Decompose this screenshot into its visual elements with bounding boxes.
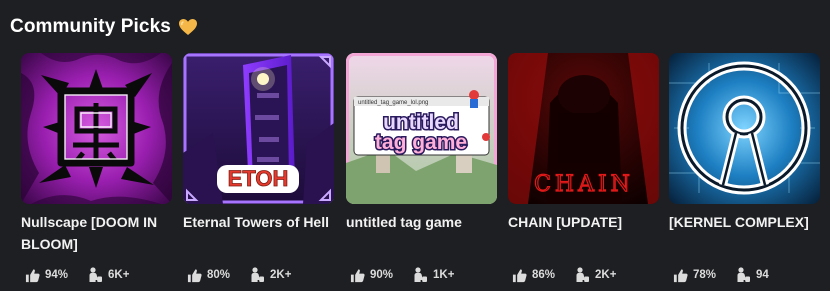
game-stats: 80% 2K+ bbox=[187, 267, 291, 283]
like-ratio-stat: 94% bbox=[25, 268, 68, 283]
thumbs-up-icon bbox=[350, 268, 365, 282]
game-card-chain[interactable]: CHAIN CHAIN [UPDATE] 86% 2K+ bbox=[508, 53, 659, 291]
like-ratio: 86% bbox=[532, 269, 556, 281]
kernel-complex-thumbnail-art bbox=[669, 53, 820, 204]
like-ratio: 80% bbox=[207, 269, 231, 281]
untitled-tag-game-thumbnail-art: untitled_tag_game_lol.png untitled tag g… bbox=[346, 53, 497, 204]
game-stats: 94% 6K+ bbox=[25, 267, 129, 283]
game-stats: 78% 94 bbox=[673, 267, 769, 283]
like-ratio: 90% bbox=[370, 269, 394, 281]
chain-logo-text: CHAIN bbox=[534, 172, 634, 197]
like-ratio: 94% bbox=[45, 269, 69, 281]
players-stat: 6K+ bbox=[88, 267, 129, 283]
players-icon bbox=[89, 267, 103, 282]
players-icon bbox=[737, 267, 751, 282]
players-icon bbox=[414, 267, 428, 282]
game-thumbnail[interactable]: CHAIN bbox=[508, 53, 659, 204]
like-ratio-stat: 78% bbox=[673, 268, 716, 283]
player-count: 6K+ bbox=[108, 269, 130, 281]
game-stats: 86% 2K+ bbox=[512, 267, 616, 283]
game-card-eternal-towers-of-hell[interactable]: ETOH Eternal Towers of Hell 80% 2K+ bbox=[183, 53, 334, 291]
thumbs-up-icon bbox=[512, 268, 527, 282]
players-stat: 1K+ bbox=[413, 267, 454, 283]
players-stat: 94 bbox=[736, 267, 769, 283]
thumbs-up-icon bbox=[187, 268, 202, 282]
thumb-title-line-2: tag game bbox=[375, 131, 467, 154]
players-stat: 2K+ bbox=[250, 267, 291, 283]
etoh-logo-text: ETOH bbox=[228, 166, 289, 191]
player-count: 2K+ bbox=[595, 269, 617, 281]
game-thumbnail[interactable] bbox=[21, 53, 172, 204]
game-title[interactable]: untitled tag game bbox=[346, 211, 497, 233]
thumb-window-title: untitled_tag_game_lol.png bbox=[358, 100, 428, 106]
game-thumbnail[interactable]: ETOH bbox=[183, 53, 334, 204]
players-icon bbox=[251, 267, 265, 282]
game-thumbnail[interactable]: untitled_tag_game_lol.png untitled tag g… bbox=[346, 53, 497, 204]
section-header: Community Picks bbox=[10, 16, 198, 38]
game-thumbnail[interactable] bbox=[669, 53, 820, 204]
game-title[interactable]: Nullscape [DOOM IN BLOOM] bbox=[21, 211, 172, 255]
game-title[interactable]: CHAIN [UPDATE] bbox=[508, 211, 659, 233]
game-title[interactable]: Eternal Towers of Hell bbox=[183, 211, 334, 233]
section-title[interactable]: Community Picks bbox=[10, 16, 171, 38]
etoh-thumbnail-art: ETOH bbox=[183, 53, 334, 204]
heart-icon bbox=[178, 19, 197, 35]
player-count: 94 bbox=[756, 269, 769, 281]
nullscape-thumbnail-art bbox=[21, 53, 172, 204]
players-icon bbox=[576, 267, 590, 282]
game-title[interactable]: [KERNEL COMPLEX] bbox=[669, 211, 820, 233]
game-card-untitled-tag-game[interactable]: untitled_tag_game_lol.png untitled tag g… bbox=[346, 53, 497, 291]
players-stat: 2K+ bbox=[575, 267, 616, 283]
player-count: 2K+ bbox=[270, 269, 292, 281]
game-stats: 90% 1K+ bbox=[350, 267, 454, 283]
like-ratio-stat: 80% bbox=[187, 268, 230, 283]
game-card-nullscape[interactable]: Nullscape [DOOM IN BLOOM] 94% 6K+ bbox=[21, 53, 172, 291]
game-card-kernel-complex[interactable]: [KERNEL COMPLEX] 78% 94 bbox=[669, 53, 820, 291]
like-ratio: 78% bbox=[693, 269, 717, 281]
thumbs-up-icon bbox=[673, 268, 688, 282]
like-ratio-stat: 90% bbox=[350, 268, 393, 283]
like-ratio-stat: 86% bbox=[512, 268, 555, 283]
chain-thumbnail-art: CHAIN bbox=[508, 53, 659, 204]
thumbs-up-icon bbox=[25, 268, 40, 282]
player-count: 1K+ bbox=[433, 269, 455, 281]
